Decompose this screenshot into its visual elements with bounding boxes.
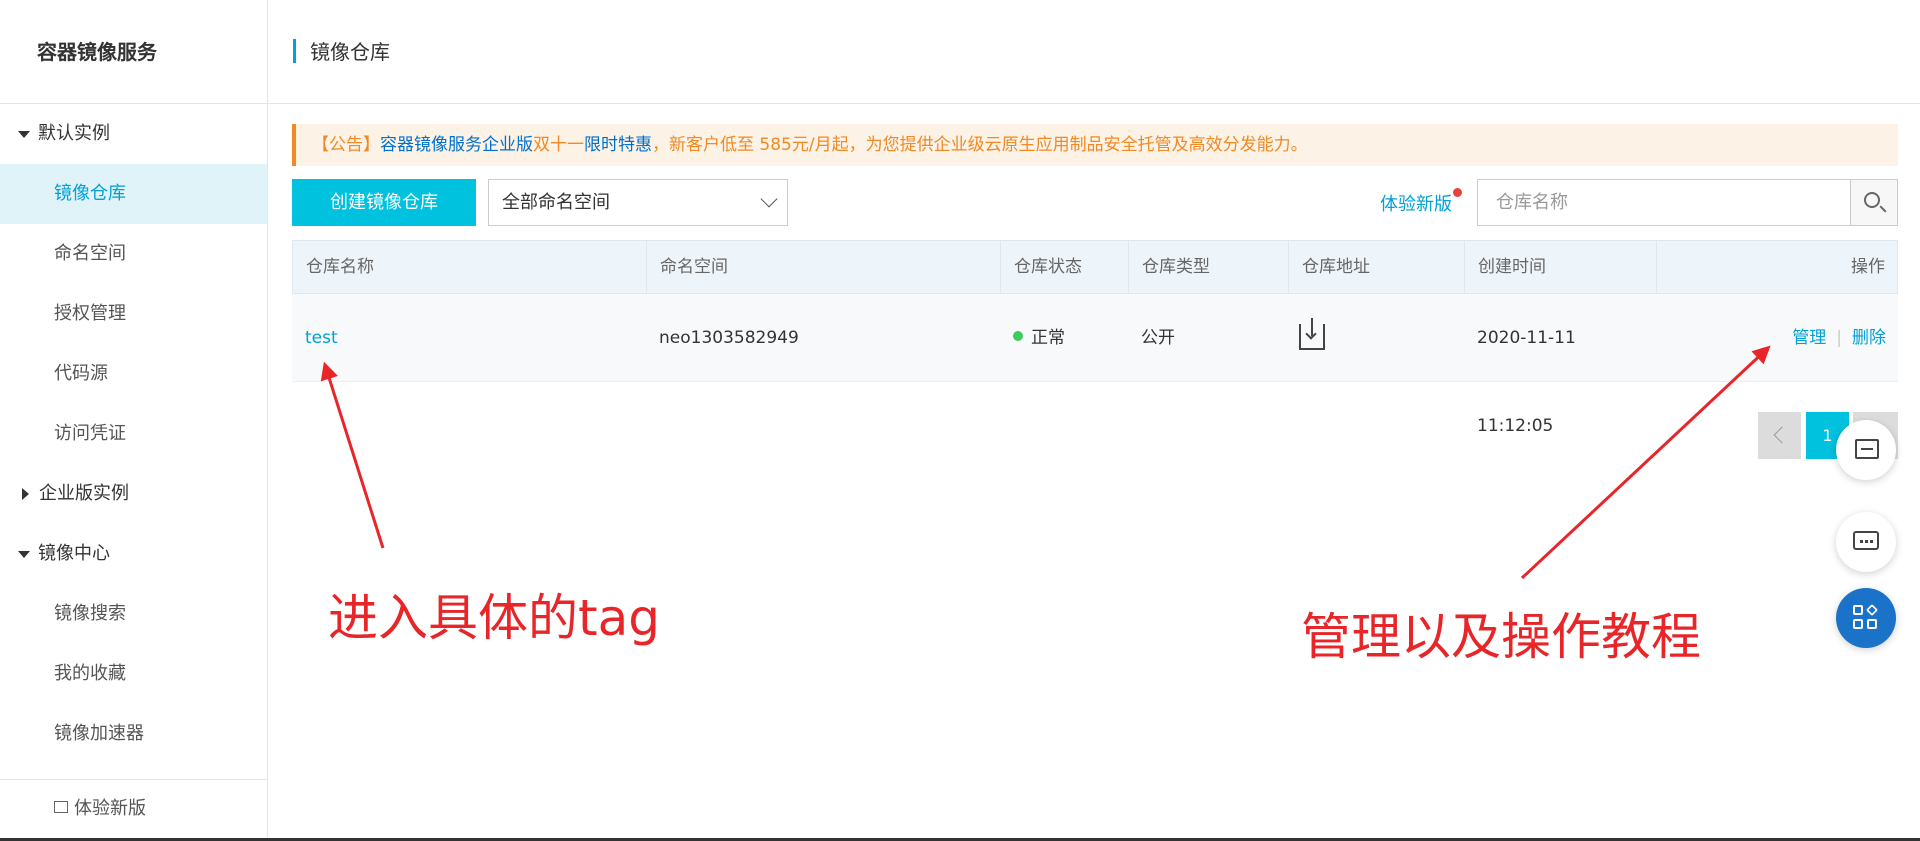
cell-created: 2020-11-11 11:12:05 xyxy=(1477,328,1576,436)
cell-namespace: neo1303582949 xyxy=(659,328,799,348)
title-accent-bar xyxy=(293,39,296,63)
table-header: 仓库名称 命名空间 仓库状态 仓库类型 仓库地址 创建时间 操作 xyxy=(292,240,1898,294)
sidebar-group-label: 镜像中心 xyxy=(38,543,110,564)
notice-link-promo[interactable]: 限时特惠 xyxy=(584,135,652,155)
status-text: 正常 xyxy=(1031,328,1065,348)
sidebar-item-authorization[interactable]: 授权管理 xyxy=(0,284,267,344)
status-ok-icon xyxy=(1013,331,1023,341)
sidebar: 容器镜像服务 默认实例 镜像仓库 命名空间 授权管理 代码源 访问凭证 企业版实… xyxy=(0,0,268,841)
col-header-created: 创建时间 xyxy=(1465,241,1657,293)
notice-mid: 双十一 xyxy=(533,135,584,155)
switch-icon xyxy=(54,801,68,813)
search-icon xyxy=(1864,192,1880,208)
feedback-float-button[interactable] xyxy=(1836,420,1896,480)
sidebar-item-namespaces[interactable]: 命名空间 xyxy=(0,224,267,284)
annotation-text-right: 管理以及操作教程 xyxy=(1301,608,1701,666)
repository-name-link[interactable]: test xyxy=(305,328,338,348)
sidebar-group-label: 企业版实例 xyxy=(39,483,129,504)
chevron-left-icon xyxy=(1773,426,1791,444)
cell-address xyxy=(1288,294,1464,381)
caret-right-icon xyxy=(22,488,29,500)
col-header-namespace: 命名空间 xyxy=(647,241,1001,293)
chat-icon xyxy=(1853,531,1879,550)
sidebar-group-default[interactable]: 默认实例 xyxy=(0,104,267,164)
sidebar-title: 容器镜像服务 xyxy=(0,0,267,104)
sidebar-item-favorites[interactable]: 我的收藏 xyxy=(0,644,267,704)
cell-actions: 管理 | 删除 xyxy=(1656,294,1898,381)
sidebar-item-repositories[interactable]: 镜像仓库 xyxy=(0,164,267,224)
sidebar-footer-label: 体验新版 xyxy=(74,798,146,819)
try-new-label: 体验新版 xyxy=(1380,194,1452,215)
caret-down-icon xyxy=(18,130,30,138)
download-icon[interactable] xyxy=(1299,318,1325,350)
sidebar-item-code-source[interactable]: 代码源 xyxy=(0,344,267,404)
sidebar-item-image-search[interactable]: 镜像搜索 xyxy=(0,584,267,644)
annotation-arrow-left xyxy=(320,361,385,549)
annotation-text-left: 进入具体的tag xyxy=(328,589,660,647)
repository-table: 仓库名称 命名空间 仓库状态 仓库类型 仓库地址 创建时间 操作 test ne… xyxy=(292,240,1898,436)
caret-down-icon xyxy=(18,550,30,558)
col-header-name: 仓库名称 xyxy=(293,241,647,293)
col-header-actions: 操作 xyxy=(1851,257,1885,277)
chat-float-button[interactable] xyxy=(1836,512,1896,572)
sidebar-group-enterprise[interactable]: 企业版实例 xyxy=(0,464,267,524)
notice-link-enterprise[interactable]: 容器镜像服务企业版 xyxy=(380,135,533,155)
col-header-status: 仓库状态 xyxy=(1001,241,1129,293)
cell-type: 公开 xyxy=(1141,328,1175,348)
namespace-select-value: 全部命名空间 xyxy=(502,192,610,213)
notice-rest: ，新客户低至 585元/月起，为您提供企业级云原生应用制品安全托管及高效分发能力… xyxy=(652,135,1308,155)
action-separator: | xyxy=(1836,328,1842,348)
apps-grid-icon xyxy=(1853,603,1879,631)
announcement-banner: 【公告】容器镜像服务企业版双十一限时特惠，新客户低至 585元/月起，为您提供企… xyxy=(292,124,1898,166)
annotation-arrow-right xyxy=(1520,345,1771,580)
sidebar-try-new-version[interactable]: 体验新版 xyxy=(0,779,268,841)
sidebar-group-center[interactable]: 镜像中心 xyxy=(0,524,267,584)
create-repository-button[interactable]: 创建镜像仓库 xyxy=(292,179,476,226)
apps-float-button[interactable] xyxy=(1836,588,1896,648)
search-button[interactable] xyxy=(1851,179,1898,226)
notice-prefix: 【公告】 xyxy=(312,135,380,155)
col-header-type: 仓库类型 xyxy=(1129,241,1289,293)
page-title: 镜像仓库 xyxy=(310,40,390,64)
try-new-version-link[interactable]: 体验新版 xyxy=(1380,188,1462,216)
sidebar-item-access-credentials[interactable]: 访问凭证 xyxy=(0,404,267,464)
delete-link[interactable]: 删除 xyxy=(1852,328,1886,348)
exit-icon xyxy=(1855,439,1879,459)
sidebar-group-label: 默认实例 xyxy=(38,123,110,144)
table-row: test neo1303582949 正常 公开 2020-11-11 11:1… xyxy=(292,294,1898,436)
repository-search-input[interactable]: 仓库名称 xyxy=(1477,179,1851,226)
cell-status: 正常 xyxy=(1000,294,1128,381)
col-header-address: 仓库地址 xyxy=(1289,241,1465,293)
notification-dot xyxy=(1453,188,1462,197)
sidebar-item-accelerator[interactable]: 镜像加速器 xyxy=(0,704,267,764)
page-header: 镜像仓库 xyxy=(268,0,1920,104)
search-icon-handle xyxy=(1879,205,1887,213)
pagination-prev-button[interactable] xyxy=(1758,412,1801,459)
namespace-select[interactable]: 全部命名空间 xyxy=(488,179,788,226)
chevron-down-icon xyxy=(760,190,778,208)
manage-link[interactable]: 管理 xyxy=(1792,328,1826,348)
